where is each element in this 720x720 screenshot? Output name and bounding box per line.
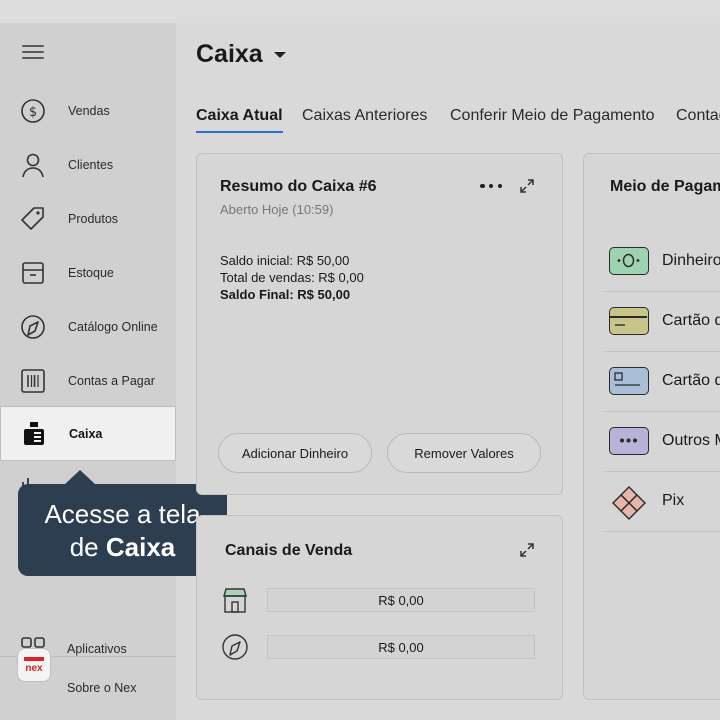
tab-caixa-atual[interactable]: Caixa Atual	[196, 107, 283, 133]
svg-text:$: $	[29, 105, 37, 120]
payment-method-row: Pix	[604, 472, 720, 532]
more-dots-icon	[609, 427, 649, 455]
sidebar-item-catalogo[interactable]: Catálogo Online	[0, 301, 176, 353]
tooltip-arrow	[64, 470, 96, 485]
sidebar-item-contas[interactable]: Contas a Pagar	[0, 355, 176, 407]
sidebar-item-label: Sobre o Nex	[67, 681, 137, 695]
sidebar-item-produtos[interactable]: Produtos	[0, 193, 176, 245]
channel-row: R$ 0,00	[221, 633, 536, 660]
dollar-circle-icon: $	[20, 98, 46, 124]
sidebar-item-label: Clientes	[68, 158, 114, 172]
sidebar-item-label: Catálogo Online	[68, 320, 158, 334]
expand-icon[interactable]	[519, 178, 535, 194]
cash-register-icon	[21, 421, 47, 447]
top-strip	[0, 0, 720, 23]
cash-icon	[609, 247, 649, 275]
user-icon	[20, 152, 46, 178]
sidebar-item-label: Vendas	[68, 104, 110, 118]
remove-values-button[interactable]: Remover Valores	[387, 433, 541, 473]
channel-row: R$ 0,00	[221, 586, 536, 613]
tab-caixas-anteriores[interactable]: Caixas Anteriores	[302, 107, 427, 133]
box-icon	[20, 260, 46, 286]
sidebar-item-vendas[interactable]: $ Vendas	[0, 85, 176, 137]
tab-contad[interactable]: Contad	[676, 107, 720, 133]
sidebar-item-estoque[interactable]: Estoque	[0, 247, 176, 299]
compass-icon	[20, 314, 46, 340]
card-title: Meio de Pagam	[610, 178, 720, 195]
sidebar-item-label: Produtos	[68, 212, 119, 226]
more-options-icon[interactable]	[480, 182, 502, 190]
barcode-icon	[20, 368, 46, 394]
sidebar-item-label: Contas a Pagar	[68, 374, 155, 388]
page-title[interactable]: Caixa	[196, 40, 263, 69]
store-icon	[223, 588, 247, 613]
meio-pagamento-card: Meio de Pagam Dinheiro Cartão d Cartão d…	[583, 153, 720, 700]
pix-icon	[612, 486, 646, 520]
payment-method-row: Dinheiro	[604, 232, 720, 292]
resumo-card: Resumo do Caixa #6 Aberto Hoje (10:59) S…	[196, 153, 563, 495]
payment-method-row: Cartão d	[604, 352, 720, 412]
canais-card: Canais de Venda R$ 0,00 R$ 0,00	[196, 515, 563, 700]
sidebar-item-clientes[interactable]: Clientes	[0, 139, 176, 191]
payment-method-row: Outros M	[604, 412, 720, 472]
expand-icon[interactable]	[519, 542, 535, 558]
sidebar-item-label: Estoque	[68, 266, 114, 280]
card-subtitle: Aberto Hoje (10:59)	[220, 202, 334, 217]
compass-icon	[222, 634, 248, 660]
sidebar-item-label: Caixa	[69, 426, 103, 441]
payment-method-row: Cartão d	[604, 292, 720, 352]
add-money-button[interactable]: Adicionar Dinheiro	[218, 433, 372, 473]
credit-card-icon	[609, 307, 649, 335]
card-title: Canais de Venda	[225, 542, 353, 559]
debit-card-icon	[609, 367, 649, 395]
channel-value: R$ 0,00	[267, 635, 535, 659]
nex-logo: nex	[17, 648, 51, 682]
summary-text: Saldo inicial: R$ 50,00 Total de vendas:…	[220, 253, 364, 302]
card-title: Resumo do Caixa #6	[220, 178, 377, 195]
menu-icon[interactable]	[22, 45, 44, 63]
sidebar: $ Vendas Clientes Produtos Estoque Catál…	[0, 23, 176, 720]
sidebar-item-caixa[interactable]: Caixa	[1, 407, 175, 460]
chevron-down-icon[interactable]	[274, 52, 286, 58]
tag-icon	[20, 206, 46, 232]
tab-conferir-meio-pagamento[interactable]: Conferir Meio de Pagamento	[450, 107, 655, 133]
sidebar-item-label: Aplicativos	[67, 642, 127, 656]
channel-value: R$ 0,00	[267, 588, 535, 612]
